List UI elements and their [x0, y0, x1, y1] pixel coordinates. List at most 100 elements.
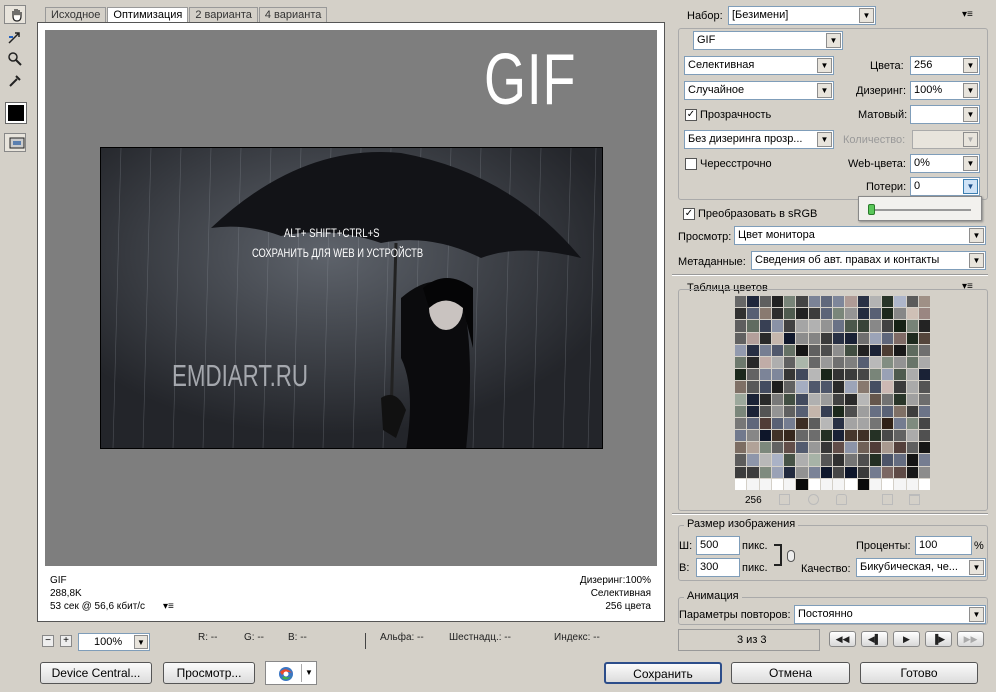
- color-swatch[interactable]: [918, 296, 930, 308]
- color-swatch[interactable]: [820, 296, 832, 308]
- lock-icon[interactable]: [836, 494, 847, 505]
- color-swatch[interactable]: [820, 430, 832, 442]
- color-swatch[interactable]: [845, 296, 857, 308]
- color-swatch[interactable]: [918, 430, 930, 442]
- color-swatch[interactable]: [771, 454, 783, 466]
- color-swatch[interactable]: [808, 356, 820, 369]
- color-swatch[interactable]: [808, 332, 820, 344]
- color-swatch[interactable]: [894, 296, 906, 308]
- color-swatch[interactable]: [784, 332, 796, 344]
- color-swatch[interactable]: [796, 466, 808, 478]
- color-swatch[interactable]: [735, 393, 747, 405]
- color-swatch[interactable]: [784, 381, 796, 393]
- color-swatch[interactable]: [845, 430, 857, 442]
- color-swatch[interactable]: [808, 308, 820, 320]
- color-swatch[interactable]: [833, 296, 845, 308]
- color-swatch[interactable]: [882, 417, 894, 430]
- color-swatch[interactable]: [833, 405, 845, 417]
- color-swatch[interactable]: [747, 381, 759, 393]
- color-swatch[interactable]: [918, 381, 930, 393]
- color-swatch[interactable]: [833, 369, 845, 381]
- color-swatch[interactable]: [906, 344, 918, 356]
- color-swatch[interactable]: [808, 478, 820, 490]
- color-swatch[interactable]: [918, 454, 930, 466]
- color-swatch[interactable]: [833, 308, 845, 320]
- color-swatch[interactable]: [796, 381, 808, 393]
- color-swatch[interactable]: [735, 356, 747, 369]
- color-swatch[interactable]: [735, 478, 747, 490]
- color-swatch[interactable]: [869, 417, 881, 430]
- color-swatch[interactable]: [857, 466, 869, 478]
- color-swatch[interactable]: [894, 381, 906, 393]
- color-swatch[interactable]: [869, 344, 881, 356]
- color-swatch[interactable]: [833, 466, 845, 478]
- matte-select[interactable]: ▼: [910, 105, 980, 124]
- color-swatch[interactable]: [906, 430, 918, 442]
- width-input[interactable]: 500: [696, 536, 740, 555]
- color-swatch[interactable]: [759, 308, 771, 320]
- color-swatch[interactable]: [759, 478, 771, 490]
- color-swatch[interactable]: [771, 430, 783, 442]
- color-swatch[interactable]: [735, 466, 747, 478]
- color-swatch[interactable]: [882, 393, 894, 405]
- color-swatch[interactable]: [882, 430, 894, 442]
- transparency-dither-select[interactable]: Без дизеринга прозр... ▼: [684, 130, 834, 149]
- color-swatch[interactable]: [747, 442, 759, 454]
- color-swatch[interactable]: [857, 369, 869, 381]
- color-swatch[interactable]: [906, 466, 918, 478]
- color-swatch[interactable]: [906, 308, 918, 320]
- color-swatch[interactable]: [833, 417, 845, 430]
- color-swatch[interactable]: [869, 332, 881, 344]
- color-swatch[interactable]: [759, 417, 771, 430]
- color-swatch[interactable]: [857, 308, 869, 320]
- color-swatch[interactable]: [906, 478, 918, 490]
- color-swatch[interactable]: [918, 405, 930, 417]
- tab-original[interactable]: Исходное: [45, 7, 107, 22]
- color-swatch[interactable]: [771, 478, 783, 490]
- color-swatch[interactable]: [759, 356, 771, 369]
- color-swatch[interactable]: [845, 442, 857, 454]
- color-swatch[interactable]: [894, 478, 906, 490]
- color-swatch[interactable]: [784, 430, 796, 442]
- colors-select[interactable]: 256 ▼: [910, 56, 980, 75]
- color-swatch[interactable]: [784, 442, 796, 454]
- color-swatch[interactable]: [820, 320, 832, 332]
- color-swatch[interactable]: [906, 442, 918, 454]
- color-swatch[interactable]: [784, 296, 796, 308]
- color-swatch[interactable]: [759, 393, 771, 405]
- color-swatch[interactable]: [735, 417, 747, 430]
- color-swatch[interactable]: [747, 454, 759, 466]
- color-swatch[interactable]: [759, 442, 771, 454]
- color-swatch[interactable]: [808, 405, 820, 417]
- color-swatch[interactable]: [833, 332, 845, 344]
- color-swatch[interactable]: [759, 344, 771, 356]
- play-button[interactable]: ▶: [893, 631, 920, 647]
- color-swatch[interactable]: [894, 430, 906, 442]
- color-swatch[interactable]: [918, 466, 930, 478]
- map-to-transparent-icon[interactable]: [779, 494, 790, 505]
- zoom-in-button[interactable]: +: [60, 635, 72, 647]
- color-swatch[interactable]: [784, 308, 796, 320]
- color-swatch[interactable]: [833, 454, 845, 466]
- color-swatch[interactable]: [869, 466, 881, 478]
- color-swatch[interactable]: [808, 417, 820, 430]
- color-swatch[interactable]: [784, 393, 796, 405]
- color-swatch[interactable]: [796, 308, 808, 320]
- color-swatch[interactable]: [918, 442, 930, 454]
- color-swatch[interactable]: [833, 356, 845, 369]
- color-swatch[interactable]: [735, 454, 747, 466]
- color-swatch[interactable]: [906, 296, 918, 308]
- color-swatch[interactable]: [735, 442, 747, 454]
- color-swatch[interactable]: [894, 332, 906, 344]
- zoom-tool[interactable]: [4, 49, 26, 69]
- color-swatch[interactable]: [833, 478, 845, 490]
- color-swatch[interactable]: [894, 320, 906, 332]
- color-swatch[interactable]: [845, 454, 857, 466]
- metadata-select[interactable]: Сведения об авт. правах и контакты ▼: [751, 251, 986, 270]
- color-swatch[interactable]: [882, 356, 894, 369]
- color-swatch[interactable]: [759, 369, 771, 381]
- lossy-slider-handle[interactable]: [868, 204, 875, 215]
- lossy-slider-track[interactable]: [869, 209, 971, 211]
- color-swatch[interactable]: [808, 442, 820, 454]
- color-swatch[interactable]: [857, 417, 869, 430]
